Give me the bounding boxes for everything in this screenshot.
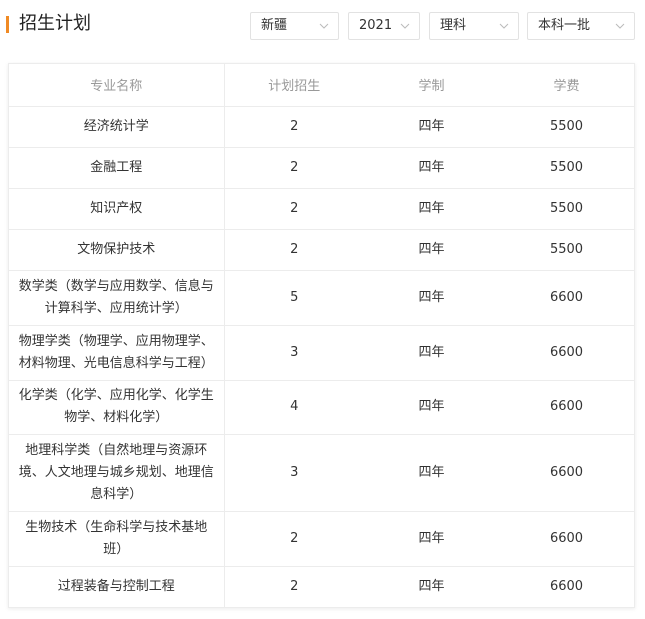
table-row: 地理科学类（自然地理与资源环境、人文地理与城乡规划、地理信息科学） 3 四年 6… (9, 434, 634, 512)
cell-major: 物理学类（物理学、应用物理学、材料物理、光电信息科学与工程） (9, 325, 225, 381)
table-row: 数学类（数学与应用数学、信息与计算科学、应用统计学） 5 四年 6600 (9, 270, 634, 326)
cell-fee: 6600 (499, 511, 634, 567)
cell-major: 生物技术（生命科学与技术基地班） (9, 511, 225, 567)
cell-length: 四年 (364, 380, 499, 435)
cell-fee: 6600 (549, 578, 584, 594)
cell-major: 金融工程 (9, 147, 225, 189)
enrollment-plan-table: 专业名称 计划招生 学制 学费 经济统计学 2 四年 5500 金融工程 2 四… (8, 63, 635, 608)
column-header-fee: 学费 (499, 64, 634, 107)
cell-major: 过程装备与控制工程 (9, 566, 225, 607)
cell-length: 四年 (364, 106, 499, 148)
cell-plan: 3 (224, 434, 364, 512)
province-select-value: 新疆 (261, 18, 288, 33)
table-row: 生物技术（生命科学与技术基地班） 2 四年 6600 (9, 511, 634, 567)
cell-major: 化学类（化学、应用化学、化学生物学、材料化学） (9, 380, 225, 435)
batch-select[interactable]: 本科一批 (527, 12, 635, 40)
cell-fee: 6600 (499, 270, 634, 326)
cell-length: 四年 (364, 270, 499, 326)
cell-length: 四年 (364, 434, 499, 512)
cell-length: 四年 (364, 147, 499, 189)
chevron-down-icon (400, 23, 410, 29)
cell-major: 文物保护技术 (9, 229, 225, 271)
table-row: 文物保护技术 2 四年 5500 (9, 229, 634, 271)
column-header-major: 专业名称 (9, 64, 225, 107)
cell-plan: 3 (224, 325, 364, 381)
cell-fee: 5500 (499, 147, 634, 189)
chevron-down-icon (319, 23, 329, 29)
cell-length: 四年 (364, 325, 499, 381)
cell-major: 地理科学类（自然地理与资源环境、人文地理与城乡规划、地理信息科学） (9, 434, 225, 512)
cell-major: 经济统计学 (9, 106, 225, 148)
page-title: 招生计划 (19, 13, 91, 34)
cell-length: 四年 (364, 229, 499, 271)
column-header-plan: 计划招生 (224, 64, 364, 107)
chevron-down-icon (615, 23, 625, 29)
cell-plan: 5 (224, 270, 364, 326)
table-row: 经济统计学 2 四年 5500 (9, 106, 634, 148)
cell-length: 四年 (418, 578, 445, 594)
cell-fee: 6600 (499, 325, 634, 381)
cell-major: 数学类（数学与应用数学、信息与计算科学、应用统计学） (9, 270, 225, 326)
cell-plan: 2 (224, 147, 364, 189)
cell-plan: 2 (224, 106, 364, 148)
title-accent-bar (6, 16, 9, 33)
table-row: 过程装备与控制工程 2 四年 6600 (9, 566, 634, 607)
cell-fee: 5500 (499, 106, 634, 148)
table-row: 金融工程 2 四年 5500 (9, 147, 634, 189)
subject-select-value: 理科 (440, 18, 467, 33)
cell-plan: 2 (290, 578, 299, 594)
column-header-length: 学制 (364, 64, 499, 107)
subject-select[interactable]: 理科 (429, 12, 519, 40)
cell-plan: 4 (224, 380, 364, 435)
chevron-down-icon (499, 23, 509, 29)
cell-fee: 6600 (499, 434, 634, 512)
batch-select-value: 本科一批 (538, 18, 591, 33)
cell-plan: 2 (224, 229, 364, 271)
cell-plan: 2 (224, 511, 364, 567)
cell-plan: 2 (224, 188, 364, 230)
table-header-row: 专业名称 计划招生 学制 学费 (9, 64, 634, 107)
table-row: 知识产权 2 四年 5500 (9, 188, 634, 230)
plan-table: 专业名称 计划招生 学制 学费 经济统计学 2 四年 5500 金融工程 2 四… (9, 64, 634, 607)
cell-fee: 5500 (499, 229, 634, 271)
cell-fee: 5500 (499, 188, 634, 230)
table-row: 物理学类（物理学、应用物理学、材料物理、光电信息科学与工程） 3 四年 6600 (9, 325, 634, 381)
year-select[interactable]: 2021 (348, 12, 420, 40)
cell-length: 四年 (364, 188, 499, 230)
page-header: 招生计划 新疆 2021 理科 本科一批 (0, 0, 645, 50)
year-select-value: 2021 (359, 18, 393, 33)
cell-fee: 6600 (499, 380, 634, 435)
cell-length: 四年 (364, 511, 499, 567)
province-select[interactable]: 新疆 (250, 12, 339, 40)
cell-major: 知识产权 (9, 188, 225, 230)
table-row: 化学类（化学、应用化学、化学生物学、材料化学） 4 四年 6600 (9, 380, 634, 435)
